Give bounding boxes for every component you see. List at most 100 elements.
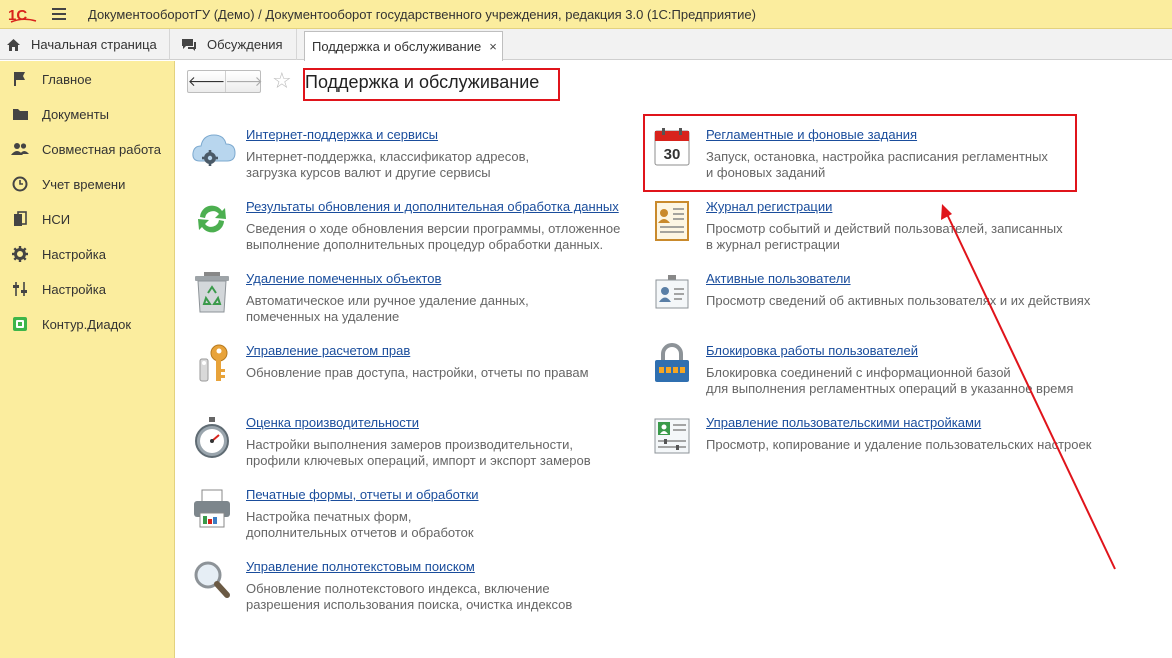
refresh-icon xyxy=(192,199,232,243)
description-line: дополнительных отчетов и обработок xyxy=(246,525,474,540)
1c-logo-icon[interactable]: 1С xyxy=(8,5,38,24)
list-item: Управление пользовательскими настройками… xyxy=(652,415,1132,473)
item-description: Автоматическое или ручное удаление данны… xyxy=(246,293,529,325)
description-line: Блокировка соединений с информационной б… xyxy=(706,365,1011,380)
link-block-users[interactable]: Блокировка работы пользователей xyxy=(706,343,918,358)
link-rights-calculation[interactable]: Управление расчетом прав xyxy=(246,343,410,358)
description-line: в журнал регистрации xyxy=(706,237,840,252)
chat-icon xyxy=(181,38,197,52)
tab-home[interactable]: Начальная страница xyxy=(0,29,170,60)
list-item: Удаление помеченных объектов Автоматичес… xyxy=(192,271,632,329)
recycle-bin-icon xyxy=(192,271,232,315)
highlight-box-scheduled-jobs xyxy=(643,114,1077,192)
list-item: Оценка производительности Настройки выпо… xyxy=(192,415,632,473)
padlock-icon xyxy=(652,343,692,387)
sidebar-item-time-tracking[interactable]: Учет времени xyxy=(0,170,174,198)
list-item: Активные пользователи Просмотр сведений … xyxy=(652,271,1132,329)
keys-icon xyxy=(192,343,232,387)
navigation-buttons: 🡐 🡒 xyxy=(187,70,263,93)
list-item: Результаты обновления и дополнительная о… xyxy=(192,199,642,257)
books-icon xyxy=(11,210,29,228)
close-tab-icon[interactable]: × xyxy=(489,39,497,54)
sidebar-item-nsi[interactable]: НСИ xyxy=(0,205,174,233)
description-line: Обновление прав доступа, настройки, отче… xyxy=(246,365,589,380)
sidebar-item-label: Главное xyxy=(42,71,92,87)
description-line: Автоматическое или ручное удаление данны… xyxy=(246,293,529,308)
home-icon xyxy=(6,38,21,52)
sidebar-item-label: НСИ xyxy=(42,211,71,227)
description-line: выполнение дополнительных процедур обраб… xyxy=(246,237,604,252)
tab-discussions-label: Обсуждения xyxy=(207,37,283,52)
sidebar-item-settings-2[interactable]: Настройка xyxy=(0,275,174,303)
sidebar-item-main[interactable]: Главное xyxy=(0,65,174,93)
list-item: Блокировка работы пользователей Блокиров… xyxy=(652,343,1132,401)
sidebar-item-label: Контур.Диадок xyxy=(42,316,132,332)
sidebar-item-documents[interactable]: Документы xyxy=(0,100,174,128)
description-line: помеченных на удаление xyxy=(246,309,400,324)
description-line: разрешения использования поиска, очистка… xyxy=(246,597,573,612)
sidebar-item-collaboration[interactable]: Совместная работа xyxy=(0,135,174,163)
highlight-box-title xyxy=(303,68,560,101)
app-title: ДокументооборотГУ (Демо) / Документообор… xyxy=(88,6,756,22)
user-settings-icon xyxy=(652,415,692,459)
sidebar-item-label: Настройка xyxy=(42,246,106,262)
list-item: Управление расчетом прав Обновление прав… xyxy=(192,343,632,401)
tab-support[interactable]: Поддержка и обслуживание × xyxy=(304,31,503,61)
journal-icon xyxy=(652,199,692,243)
item-description: Интернет-поддержка, классификатор адресо… xyxy=(246,149,529,181)
link-fulltext-search[interactable]: Управление полнотекстовым поиском xyxy=(246,559,475,574)
sidebar-item-kontur-diadoc[interactable]: Контур.Диадок xyxy=(0,310,174,338)
tab-support-label: Поддержка и обслуживание xyxy=(312,39,482,54)
description-line: Настройка печатных форм, xyxy=(246,509,412,524)
item-description: Сведения о ходе обновления версии програ… xyxy=(246,221,620,253)
link-update-results[interactable]: Результаты обновления и дополнительная о… xyxy=(246,199,619,214)
cloud-gear-icon xyxy=(192,127,236,171)
gear-icon xyxy=(11,245,29,263)
badge-icon xyxy=(652,271,692,315)
people-icon xyxy=(11,140,29,158)
back-button[interactable]: 🡐 xyxy=(188,71,226,92)
list-item: Управление полнотекстовым поиском Обновл… xyxy=(192,559,632,617)
sidebar-item-settings[interactable]: Настройка xyxy=(0,240,174,268)
link-user-settings[interactable]: Управление пользовательскими настройками xyxy=(706,415,981,430)
sliders-icon xyxy=(11,280,29,298)
description-line: Настройки выполнения замеров производите… xyxy=(246,437,573,452)
link-internet-support[interactable]: Интернет-поддержка и сервисы xyxy=(246,127,438,142)
sidebar-item-label: Документы xyxy=(42,106,110,122)
item-description: Обновление полнотекстового индекса, вклю… xyxy=(246,581,572,613)
link-active-users[interactable]: Активные пользователи xyxy=(706,271,851,286)
description-line: Просмотр событий и действий пользователе… xyxy=(706,221,1063,236)
tabs-bar: Начальная страница Обсуждения Поддержка … xyxy=(0,29,1172,61)
clock-icon xyxy=(11,175,29,193)
description-line: загрузка курсов валют и другие сервисы xyxy=(246,165,491,180)
printer-icon xyxy=(192,487,232,531)
item-description: Настройка печатных форм, дополнительных … xyxy=(246,509,474,541)
forward-button[interactable]: 🡒 xyxy=(225,71,263,92)
tab-discussions[interactable]: Обсуждения xyxy=(171,29,297,60)
diadoc-icon xyxy=(11,315,29,333)
item-description: Просмотр, копирование и удаление пользов… xyxy=(706,437,1091,453)
folder-icon xyxy=(11,105,29,123)
description-line: Просмотр сведений об активных пользовате… xyxy=(706,293,1091,308)
favorite-star-icon[interactable]: ☆ xyxy=(272,68,292,94)
stopwatch-icon xyxy=(192,415,232,459)
list-item: Интернет-поддержка и сервисы Интернет-по… xyxy=(192,127,632,185)
sidebar: Главное Документы Совместная работа Учет… xyxy=(0,61,175,658)
link-delete-marked[interactable]: Удаление помеченных объектов xyxy=(246,271,441,286)
description-line: Обновление полнотекстового индекса, вклю… xyxy=(246,581,550,596)
link-print-forms[interactable]: Печатные формы, отчеты и обработки xyxy=(246,487,479,502)
link-event-log[interactable]: Журнал регистрации xyxy=(706,199,832,214)
tab-home-label: Начальная страница xyxy=(31,37,157,52)
link-performance[interactable]: Оценка производительности xyxy=(246,415,419,430)
sidebar-item-label: Учет времени xyxy=(42,176,126,192)
flag-icon xyxy=(11,70,29,88)
description-line: профили ключевых операций, импорт и эксп… xyxy=(246,453,591,468)
list-item: Печатные формы, отчеты и обработки Настр… xyxy=(192,487,632,545)
main-content: 🡐 🡒 ☆ Поддержка и обслуживание Интернет-… xyxy=(176,61,1172,658)
magnifier-icon xyxy=(192,559,232,603)
description-line: для выполнения регламентных операций в у… xyxy=(706,381,1074,396)
item-description: Настройки выполнения замеров производите… xyxy=(246,437,591,469)
sidebar-item-label: Совместная работа xyxy=(42,141,161,157)
description-line: Сведения о ходе обновления версии програ… xyxy=(246,221,621,236)
main-menu-icon[interactable] xyxy=(52,8,66,20)
